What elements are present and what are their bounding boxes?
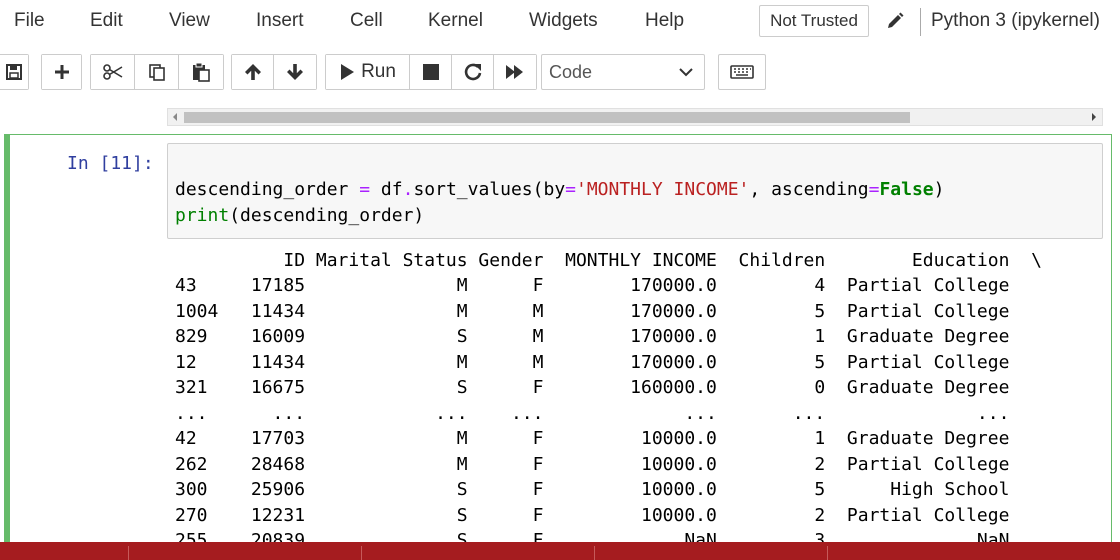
copy-icon (148, 64, 165, 81)
taskbar-divider (361, 546, 362, 560)
cell-type-select[interactable]: Code (541, 54, 705, 90)
output-row: 829 16009 S M 170000.0 1 Graduate Degree (175, 326, 1010, 347)
output-ellipsis-row: ... ... ... ... ... ... ... (175, 403, 1010, 424)
copy-button[interactable] (135, 55, 179, 89)
menu-edit[interactable]: Edit (90, 10, 123, 32)
menu-cell[interactable]: Cell (350, 10, 383, 32)
paste-icon (193, 62, 210, 82)
fast-forward-icon (506, 65, 523, 79)
run-all-button[interactable] (494, 55, 536, 89)
menu-help[interactable]: Help (645, 10, 684, 32)
arrow-down-icon (287, 64, 303, 80)
keyboard-icon (730, 65, 754, 79)
taskbar-divider (594, 546, 595, 560)
output-row: 321 16675 S F 160000.0 0 Graduate Degree (175, 377, 1010, 398)
save-button[interactable] (0, 55, 28, 89)
command-palette-button[interactable] (718, 54, 766, 90)
insert-cell-button[interactable] (42, 55, 81, 89)
paste-button[interactable] (179, 55, 223, 89)
restart-button[interactable] (452, 55, 494, 89)
output-row: 1004 11434 M M 170000.0 5 Partial Colleg… (175, 301, 1010, 322)
scroll-right-icon (1092, 113, 1096, 121)
pencil-icon[interactable] (884, 10, 906, 32)
arrow-up-icon (244, 64, 261, 80)
plus-icon (54, 65, 69, 79)
output-row: 43 17185 M F 170000.0 4 Partial College (175, 275, 1010, 296)
taskbar-divider (827, 546, 828, 560)
output-row: 300 25906 S F 10000.0 5 High School (175, 479, 1010, 500)
menu-file[interactable]: File (14, 10, 45, 32)
cell-type-value: Code (549, 61, 593, 82)
scroll-left-icon (173, 113, 177, 121)
play-icon (341, 64, 355, 80)
kernel-name[interactable]: Python 3 (ipykernel) (931, 10, 1100, 32)
taskbar-divider (128, 546, 129, 560)
move-group (231, 54, 317, 90)
menu-view[interactable]: View (169, 10, 210, 32)
run-button[interactable]: Run (326, 55, 410, 89)
input-prompt: In [11]: (67, 153, 154, 174)
menu-widgets[interactable]: Widgets (529, 10, 598, 32)
chevron-down-icon (679, 68, 693, 77)
cut-button[interactable] (91, 55, 135, 89)
menu-kernel[interactable]: Kernel (428, 10, 483, 32)
scrollbar-thumb[interactable] (184, 112, 910, 123)
not-trusted-button[interactable]: Not Trusted (759, 5, 869, 37)
code-line-1: descending_order = df.sort_values(by='MO… (175, 179, 945, 200)
save-group (0, 54, 29, 90)
output-header: ID Marital Status Gender MONTHLY INCOME … (175, 250, 1042, 271)
output-row: 12 11434 M M 170000.0 5 Partial College (175, 352, 1010, 373)
taskbar (0, 542, 1120, 560)
code-line-2: print(descending_order) (175, 205, 425, 226)
run-group: Run (325, 54, 537, 90)
output-row: 42 17703 M F 10000.0 1 Graduate Degree (175, 428, 1010, 449)
restart-icon (464, 63, 481, 81)
menu-insert[interactable]: Insert (256, 10, 304, 32)
output-row: 262 28468 M F 10000.0 2 Partial College (175, 454, 1010, 475)
menu-bar: File Edit View Insert Cell Kernel Widget… (0, 0, 1120, 42)
output-horizontal-scrollbar[interactable] (167, 108, 1103, 126)
kernel-separator (920, 8, 921, 36)
run-label: Run (361, 61, 396, 82)
output-row: 270 12231 S F 10000.0 2 Partial College (175, 505, 1010, 526)
interrupt-button[interactable] (410, 55, 452, 89)
insert-group (41, 54, 82, 90)
move-down-button[interactable] (274, 55, 316, 89)
stop-icon (422, 64, 439, 80)
clipboard-group (90, 54, 224, 90)
move-up-button[interactable] (232, 55, 274, 89)
save-icon (5, 64, 22, 80)
scissors-icon (102, 64, 122, 80)
